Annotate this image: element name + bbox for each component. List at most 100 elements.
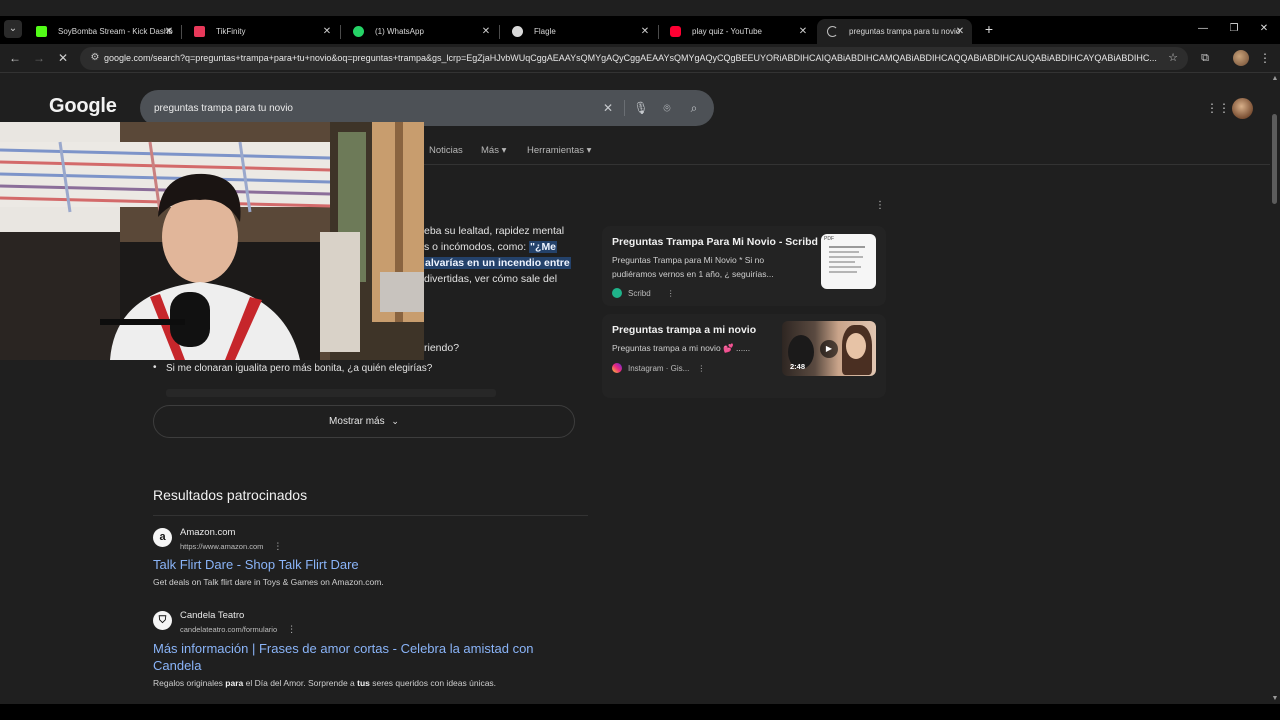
video-duration: 2:48 [790, 362, 806, 371]
site-info-icon[interactable]: ⚙ [88, 51, 102, 65]
video-thumbnail[interactable]: ▶ 2:48 [782, 321, 876, 376]
ad-result-amazon: a Amazon.com https://www.amazon.com ⋮ Tal… [153, 527, 633, 597]
lens-icon[interactable]: ⌾ [658, 99, 676, 117]
close-icon[interactable]: ✕ [480, 19, 492, 44]
extensions-icon[interactable]: ⧉ [1198, 51, 1212, 65]
chevron-down-icon: ⌄ [391, 416, 399, 426]
card-source: Scribd ⋮ [612, 288, 675, 298]
filter-mas[interactable]: Más ▾ [481, 145, 506, 156]
source-name: Instagram · Gis... [628, 364, 690, 373]
ad-title-link[interactable]: Más información | Frases de amor cortas … [153, 640, 534, 657]
filter-herramientas[interactable]: Herramientas ▾ [527, 145, 591, 156]
tab-title: TikFinity [216, 27, 246, 36]
loading-spinner-icon [827, 26, 838, 37]
tab-google-search[interactable]: preguntas trampa para tu novio ✕ [817, 19, 972, 44]
search-input[interactable] [154, 99, 594, 117]
ad-menu-icon[interactable]: ⋮ [273, 541, 282, 551]
ad-url[interactable]: https://www.amazon.com ⋮ [180, 541, 282, 552]
ad-url[interactable]: candelateatro.com/formulario ⋮ [180, 624, 296, 635]
source-card-instagram[interactable]: Preguntas trampa a mi novio Preguntas tr… [602, 314, 886, 398]
close-icon[interactable]: ✕ [321, 19, 333, 44]
list-item: Si me clonaran igualita pero más bonita,… [153, 362, 432, 374]
microphone-icon[interactable]: 🎙︎ [632, 99, 650, 117]
amazon-icon: a [153, 528, 172, 547]
minimize-button[interactable]: — [1196, 21, 1210, 37]
google-logo[interactable]: Google [49, 95, 117, 118]
overview-line: riendo? [424, 342, 460, 354]
kick-icon [36, 26, 47, 37]
close-icon[interactable]: ✕ [639, 19, 651, 44]
scroll-up-arrow[interactable]: ▲ [1270, 74, 1280, 84]
account-avatar[interactable] [1232, 98, 1253, 119]
overview-line: eba su lealtad, rapidez mental [424, 225, 565, 237]
play-icon[interactable]: ▶ [820, 340, 838, 358]
filter-noticias[interactable]: Noticias [429, 145, 463, 156]
close-window-button[interactable]: ✕ [1257, 21, 1271, 37]
new-tab-button[interactable]: + [982, 21, 996, 37]
faded-line [166, 389, 496, 397]
source-menu-icon[interactable]: ⋮ [667, 289, 675, 298]
ad-site-name[interactable]: Candela Teatro [180, 610, 244, 621]
show-more-button[interactable]: Mostrar más ⌄ [153, 405, 575, 438]
ad-url-text: https://www.amazon.com [180, 542, 264, 551]
stop-loading-button[interactable]: ✕ [54, 49, 72, 67]
tab-youtube[interactable]: play quiz - YouTube ✕ [660, 19, 815, 44]
close-icon[interactable]: ✕ [163, 19, 175, 44]
profile-avatar[interactable] [1233, 50, 1249, 66]
ad-site-name[interactable]: Amazon.com [180, 527, 235, 538]
apps-grid-icon[interactable]: ⋮⋮⋮ [1206, 101, 1242, 115]
tab-flagle[interactable]: Flagle ✕ [502, 19, 657, 44]
tab-title: (1) WhatsApp [375, 27, 424, 36]
restore-button[interactable]: ❐ [1227, 21, 1241, 37]
webcam-video [0, 122, 424, 360]
bookmark-star-icon[interactable]: ☆ [1166, 51, 1180, 65]
source-card-scribd[interactable]: Preguntas Trampa Para Mi Novio - Scribd … [602, 226, 886, 306]
tab-title: SoyBomba Stream - Kick Dashb [58, 27, 173, 36]
scroll-thumb[interactable] [1272, 114, 1277, 204]
overview-line: s o incómodos, como: "¿Me [424, 239, 558, 255]
browser-menu-icon[interactable]: ⋮ [1258, 50, 1272, 66]
webcam-overlay [0, 122, 424, 360]
browser-toolbar: ← → ✕ ⚙ google.com/search?q=preguntas+tr… [0, 44, 1280, 73]
tab-kick[interactable]: SoyBomba Stream - Kick Dashb ✕ [26, 19, 181, 44]
card-title[interactable]: Preguntas trampa a mi novio [612, 324, 756, 336]
close-icon[interactable]: ✕ [954, 19, 966, 44]
highlighted-text: alvarías en un incendio entre [424, 257, 571, 269]
pdf-label: PDF [824, 236, 834, 242]
page-scrollbar[interactable]: ▲ ▼ [1270, 74, 1280, 704]
close-icon[interactable]: ✕ [797, 19, 809, 44]
scroll-down-arrow[interactable]: ▼ [1270, 694, 1280, 704]
overview-text: s o incómodos, como: [424, 241, 530, 253]
ad-title-link[interactable]: Talk Flirt Dare - Shop Talk Flirt Dare [153, 556, 359, 573]
tab-tikfinity[interactable]: TikFinity ✕ [184, 19, 339, 44]
ad-menu-icon[interactable]: ⋮ [287, 624, 296, 634]
forward-button[interactable]: → [30, 49, 48, 67]
search-box[interactable]: ✕ 🎙︎ ⌾ ⌕ [140, 90, 714, 126]
search-icon[interactable]: ⌕ [685, 99, 703, 117]
tab-search-button[interactable]: ⌄ [4, 20, 22, 38]
clear-icon[interactable]: ✕ [599, 99, 617, 117]
more-options-icon[interactable]: ⋮ [874, 200, 886, 214]
ad-description: Get deals on Talk flirt dare in Toys & G… [153, 577, 384, 587]
overview-line: divertidas, ver cómo sale del [424, 273, 558, 285]
tab-whatsapp[interactable]: (1) WhatsApp ✕ [343, 19, 498, 44]
back-button[interactable]: ← [6, 49, 24, 67]
scribd-icon [612, 288, 622, 298]
instagram-icon [612, 363, 622, 373]
card-desc: Preguntas trampa a mi novio 💕 ...... [612, 343, 751, 353]
youtube-icon [670, 26, 681, 37]
address-bar[interactable]: ⚙ google.com/search?q=preguntas+trampa+p… [80, 47, 1188, 70]
ad-result-candela: ⛉ Candela Teatro candelateatro.com/formu… [153, 610, 633, 700]
source-menu-icon[interactable]: ⋮ [697, 364, 705, 373]
whatsapp-icon [353, 26, 364, 37]
card-title[interactable]: Preguntas Trampa Para Mi Novio - Scribd [612, 236, 818, 248]
screen: ⌄ SoyBomba Stream - Kick Dashb ✕ TikFini… [0, 0, 1280, 720]
tab-title: preguntas trampa para tu novio [849, 27, 961, 36]
source-name: Scribd [628, 289, 651, 298]
ad-title-link[interactable]: Candela [153, 657, 201, 674]
show-more-label: Mostrar más [329, 416, 385, 427]
url-text[interactable]: google.com/search?q=preguntas+trampa+par… [104, 47, 1160, 70]
tab-title: Flagle [534, 27, 556, 36]
overview-line: alvarías en un incendio entre [424, 255, 571, 271]
flagle-icon [512, 26, 523, 37]
